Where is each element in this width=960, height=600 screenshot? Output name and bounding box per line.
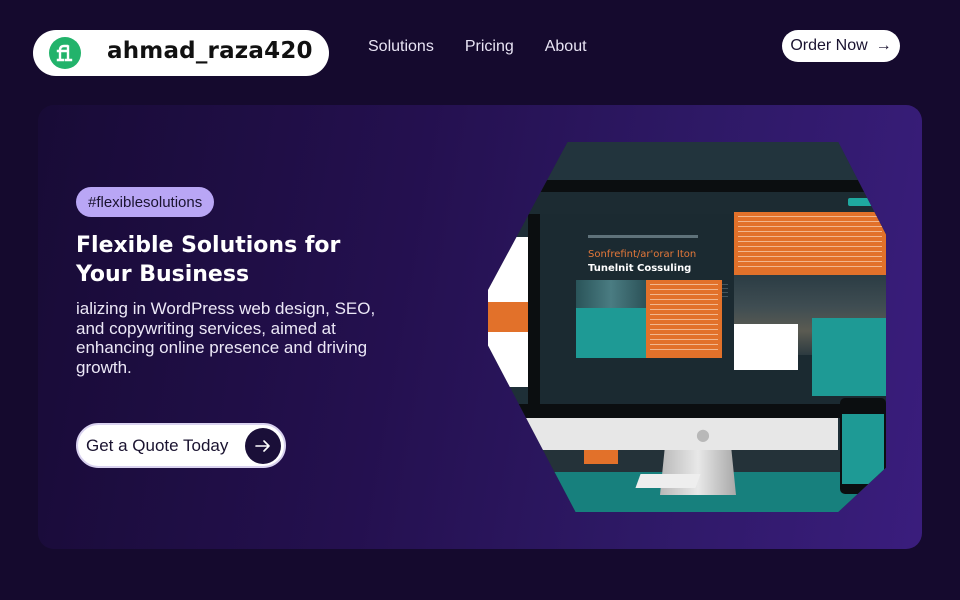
brand-pill[interactable]: ahmad_raza420: [33, 30, 329, 76]
get-quote-label: Get a Quote Today: [86, 435, 229, 455]
mockup-side-orange: [488, 302, 528, 332]
mockup-orange-block-bottom: [646, 280, 722, 358]
page: ahmad_raza420 Solutions Pricing About Or…: [0, 0, 960, 600]
keyboard: [635, 474, 701, 488]
mockup-white-block: [734, 324, 798, 370]
mockup-headline-2: Tunelnit Cossuling: [588, 263, 692, 274]
hero-title: Flexible Solutions for Your Business: [76, 231, 396, 289]
hero-title-line-1: Flexible Solutions for: [76, 233, 341, 258]
monitor-chin: [488, 418, 838, 450]
arrow-right-icon: [245, 428, 281, 464]
fi-logo-glyph: [56, 44, 73, 62]
arrow-right-glyph: [255, 440, 270, 452]
hero-image-mockup: Sonfrefint/ar'orar Iton Tunelnit Cossuli…: [488, 142, 886, 512]
hero-description: ializing in WordPress web design, SEO, a…: [76, 299, 376, 377]
get-quote-button[interactable]: Get a Quote Today: [76, 423, 286, 468]
mockup-orange-block-top: [734, 212, 886, 275]
phone-screen: [842, 414, 884, 484]
monitor-bezel-top: [488, 180, 886, 192]
mockup-nav-button: [848, 198, 878, 206]
arrow-right-icon: →: [875, 37, 892, 54]
mockup-site-nav: [488, 192, 886, 214]
fi-logo-icon: [49, 37, 81, 69]
brand-name: ahmad_raza420: [107, 38, 313, 64]
nav-link-about[interactable]: About: [545, 38, 587, 56]
monitor-edge: [528, 214, 540, 409]
order-now-button[interactable]: Order Now →: [782, 30, 900, 62]
order-now-label: Order Now: [790, 37, 868, 54]
nav-link-pricing[interactable]: Pricing: [465, 38, 514, 56]
mockup-teal-block-left: [576, 308, 646, 358]
mockup-teal-block: [812, 318, 886, 396]
hashtag-badge: #flexiblesolutions: [76, 187, 215, 217]
apple-logo-icon: ●: [696, 425, 710, 444]
main-nav: Solutions Pricing About: [368, 38, 587, 56]
nav-link-solutions[interactable]: Solutions: [368, 38, 434, 56]
hero-title-line-2: Your Business: [76, 262, 250, 287]
desk-orange-accent: [584, 450, 618, 464]
monitor-bezel-bottom: [488, 404, 886, 418]
monitor-stand: [660, 450, 736, 495]
mockup-office-photo: [576, 280, 646, 310]
mockup-background-top: [488, 142, 886, 180]
hero-section: #flexiblesolutions Flexible Solutions fo…: [38, 105, 922, 549]
mockup-headline-1: Sonfrefint/ar'orar Iton: [588, 249, 697, 260]
mockup-eyebrow: [588, 235, 698, 238]
